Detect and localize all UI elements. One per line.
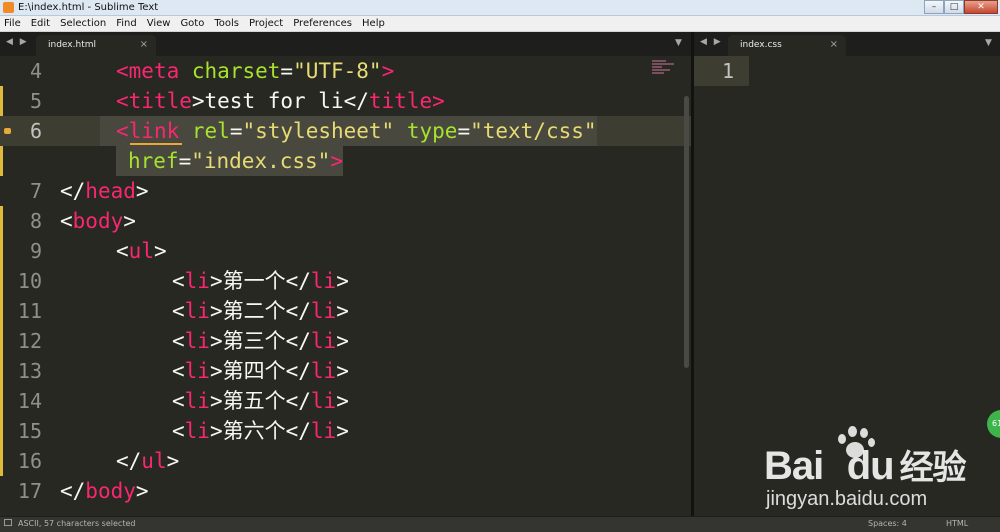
code-line: 14 <li>第五个</li> xyxy=(0,386,691,416)
menu-find[interactable]: Find xyxy=(116,17,137,31)
code-text: <li>第二个</li> xyxy=(172,299,349,323)
code-text: href="index.css"> xyxy=(116,146,343,176)
code-line: 4 <meta charset="UTF-8"> xyxy=(0,56,691,86)
indentation-setting[interactable]: Spaces: 4 xyxy=(868,519,907,528)
maximize-button[interactable]: □ xyxy=(944,0,964,14)
line-number: 9 xyxy=(29,239,42,263)
tab-label: index.html xyxy=(48,40,96,50)
editor-pane-left[interactable]: 4 <meta charset="UTF-8"> 5 <title>test f… xyxy=(0,56,691,516)
current-code-line: 1 xyxy=(694,56,749,86)
code-line: 8 <body> xyxy=(0,206,691,236)
line-number: 15 xyxy=(17,419,42,443)
code-line: 12 <li>第三个</li> xyxy=(0,326,691,356)
menu-file[interactable]: File xyxy=(4,17,21,31)
minimap[interactable] xyxy=(652,60,678,88)
tab-index-html[interactable]: index.html × xyxy=(36,35,156,56)
selection-status: ASCII, 57 characters selected xyxy=(18,519,136,528)
line-number: 6 xyxy=(29,119,42,143)
menu-preferences[interactable]: Preferences xyxy=(293,17,352,31)
tab-nav-arrows-icon[interactable]: ◀ ▶ xyxy=(700,37,723,47)
tab-dropdown-icon[interactable]: ▼ xyxy=(675,38,682,48)
menu-view[interactable]: View xyxy=(147,17,171,31)
title-bar: E:\index.html - Sublime Text – □ ✕ xyxy=(0,0,1000,16)
code-text: <li>第六个</li> xyxy=(172,419,349,443)
line-number: 17 xyxy=(17,479,42,503)
watermark-url: jingyan.baidu.com xyxy=(766,488,928,510)
menu-bar: File Edit Selection Find View Goto Tools… xyxy=(0,16,1000,32)
code-text: <link rel="stylesheet" type="text/css" xyxy=(100,116,597,146)
sublime-app-icon xyxy=(3,2,14,13)
line-number: 11 xyxy=(17,299,42,323)
line-number: 8 xyxy=(29,209,42,233)
matching-tag-underline xyxy=(130,143,182,145)
code-line: 10 <li>第一个</li> xyxy=(0,266,691,296)
panel-toggle-icon[interactable] xyxy=(4,519,12,526)
line-number: 1 xyxy=(721,59,734,83)
menu-goto[interactable]: Goto xyxy=(180,17,204,31)
code-line: 16 </ul> xyxy=(0,446,691,476)
current-code-line: 6 <link rel="stylesheet" type="text/css" xyxy=(0,116,691,146)
code-text: <li>第五个</li> xyxy=(172,389,349,413)
line-number: 7 xyxy=(29,179,42,203)
code-line: 17 </body> xyxy=(0,476,691,506)
line-number: 12 xyxy=(17,329,42,353)
code-line: 5 <title>test for li</title> xyxy=(0,86,691,116)
status-bar: ASCII, 57 characters selected Spaces: 4 … xyxy=(0,516,1000,532)
code-text: </ul> xyxy=(116,449,180,473)
code-line: 11 <li>第二个</li> xyxy=(0,296,691,326)
window-title: E:\index.html - Sublime Text xyxy=(18,2,159,13)
menu-project[interactable]: Project xyxy=(249,17,283,31)
line-number: 16 xyxy=(17,449,42,473)
code-line: 15 <li>第六个</li> xyxy=(0,416,691,446)
menu-selection[interactable]: Selection xyxy=(60,17,106,31)
tab-dropdown-icon[interactable]: ▼ xyxy=(985,38,992,48)
line-number: 14 xyxy=(17,389,42,413)
tab-close-icon[interactable]: × xyxy=(830,39,838,50)
code-text: <li>第一个</li> xyxy=(172,269,349,293)
tab-nav-arrows-icon[interactable]: ◀ ▶ xyxy=(6,37,29,47)
line-number: 13 xyxy=(17,359,42,383)
menu-edit[interactable]: Edit xyxy=(31,17,50,31)
code-text: <li>第四个</li> xyxy=(172,359,349,383)
menu-tools[interactable]: Tools xyxy=(214,17,239,31)
minimize-button[interactable]: – xyxy=(924,0,944,14)
code-text: <li>第三个</li> xyxy=(172,329,349,353)
right-tab-bar: ◀ ▶ index.css × ▼ xyxy=(694,32,1000,56)
menu-help[interactable]: Help xyxy=(362,17,385,31)
code-text: <title>test for li</title> xyxy=(116,89,445,113)
code-text: <body> xyxy=(60,209,136,233)
code-line: 13 <li>第四个</li> xyxy=(0,356,691,386)
vertical-scrollbar[interactable] xyxy=(684,96,689,368)
tab-index-css[interactable]: index.css × xyxy=(728,35,846,56)
line-number: 4 xyxy=(29,59,42,83)
close-window-button[interactable]: ✕ xyxy=(964,0,998,14)
left-tab-bar: ◀ ▶ index.html × ▼ xyxy=(0,32,691,56)
code-text: </body> xyxy=(60,479,149,503)
watermark-logo: Baiodu经验 xyxy=(764,444,967,488)
line-number: 10 xyxy=(17,269,42,293)
code-text: </head> xyxy=(60,179,149,203)
code-text: <meta charset="UTF-8"> xyxy=(116,59,395,83)
tab-close-icon[interactable]: × xyxy=(140,39,148,50)
code-line: 7 </head> xyxy=(0,176,691,206)
line-number: 5 xyxy=(29,89,42,113)
code-text: <ul> xyxy=(116,239,167,263)
tab-label: index.css xyxy=(740,40,782,50)
code-line: 9 <ul> xyxy=(0,236,691,266)
baidu-jingyan-watermark: Baiodu经验 jingyan.baidu.com xyxy=(764,424,989,516)
code-line-wrapped: href="index.css"> xyxy=(0,146,691,176)
syntax-setting[interactable]: HTML xyxy=(946,519,968,528)
window-controls: – □ ✕ xyxy=(924,0,998,15)
